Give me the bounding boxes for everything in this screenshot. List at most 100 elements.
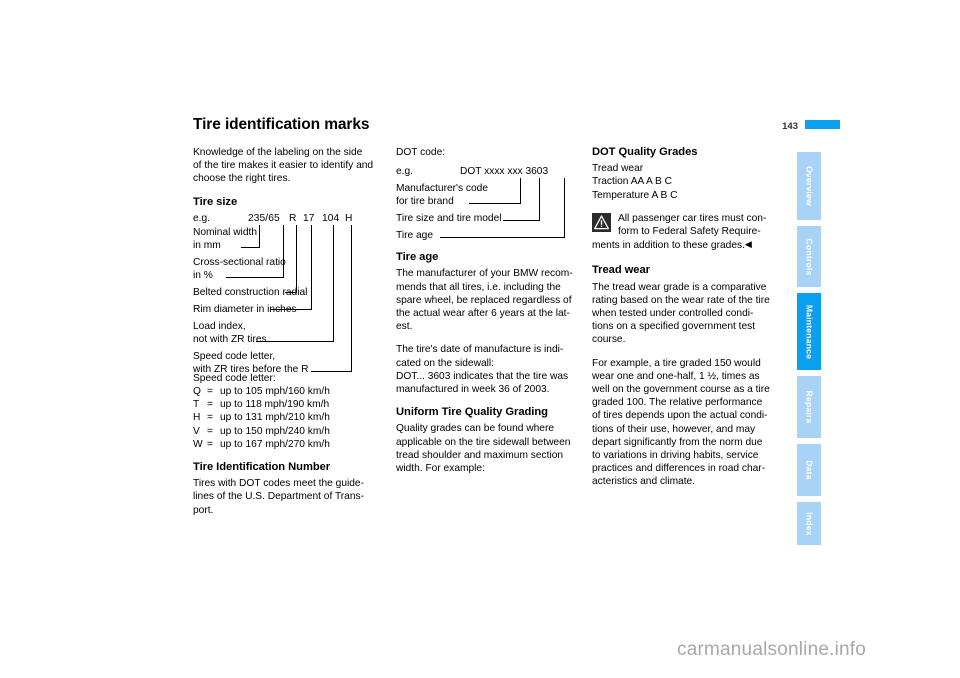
leader-line-tire-size-model-h [503, 220, 540, 222]
middle-column: DOT code: e.g. DOT xxxx xxx 3603 Manufac… [396, 146, 582, 485]
tire-age-line: The manufacturer of your BMW recom- [396, 268, 573, 280]
speed-code-equals: = [207, 438, 213, 450]
tread-wear-line: course. [592, 334, 626, 346]
label-nominal-width-2: in mm [193, 239, 221, 251]
dot-quality-grades-list: Tread wear Traction AA A B C Temperature… [592, 162, 784, 202]
speed-code-value: up to 118 mph/190 km/h [220, 399, 330, 411]
watermark: carmanualsonline.info [677, 639, 867, 660]
speed-code-letter: Q [193, 386, 201, 398]
tire-age-line: manufactured in week 36 of 2003. [396, 384, 550, 396]
warning-note: All passenger car tires must con- form t… [592, 212, 784, 253]
tab-label: Data [804, 460, 815, 480]
leader-line-rim-diameter-h [270, 308, 312, 310]
tread-wear-line: The tread wear grade is a comparative [592, 281, 767, 293]
tread-wear-line: practices and differences in road char- [592, 463, 766, 475]
tread-wear-line: well on the government course as a tire [592, 384, 770, 396]
tread-wear-line: tions of their use, however, and may [592, 423, 756, 435]
label-cross-section-1: Cross-sectional ratio [193, 256, 286, 268]
speed-code-value: up to 167 mph/270 km/h [220, 438, 330, 450]
tire-age-paragraph-2: The tire's date of manufacture is indi- … [396, 343, 582, 396]
tread-wear-paragraph-1: The tread wear grade is a comparative ra… [592, 281, 784, 347]
warning-text-last-line: ments in addition to these grades.◀ [592, 238, 784, 252]
tire-identification-number-heading: Tire Identification Number [193, 461, 331, 474]
leader-line-load-index-h [256, 340, 334, 342]
speed-code-equals: = [207, 425, 213, 437]
leader-line-belted-radial-h [285, 291, 297, 293]
utqg-line: tread shoulder and maximum section [396, 449, 564, 461]
leader-line-cross-section-h [226, 276, 284, 278]
tread-wear-line: of tires depends upon the actual condi- [592, 410, 768, 422]
tire-age-line: the actual wear after 6 years at the lat… [396, 308, 570, 320]
label-tire-size-model: Tire size and tire model [396, 213, 502, 225]
speed-code-equals: = [207, 412, 213, 424]
tire-age-line: cated on the sidewall: [396, 357, 494, 369]
tire-size-heading: Tire size [193, 195, 238, 208]
warning-text-indented: All passenger car tires must con- form t… [592, 212, 784, 238]
dot-code-caption: DOT code: [396, 147, 446, 158]
tread-wear-line: to variations in driving habits, service [592, 450, 759, 462]
section-end-marker: ◀ [744, 239, 752, 250]
tab-label: Index [804, 511, 815, 536]
intro-paragraph: Knowledge of the labeling on the side of… [193, 146, 385, 186]
leader-line-tire-age-h [440, 237, 565, 239]
tab-index[interactable]: Index [797, 502, 821, 545]
label-manufacturer-code-2: for tire brand [396, 196, 454, 208]
uniform-tire-quality-grading-heading: Uniform Tire Quality Grading [396, 406, 548, 419]
warning-line: All passenger car tires must con- [618, 212, 767, 224]
section-tab-rail: Overview Controls Maintenance Repairs Da… [797, 152, 821, 545]
intro-line: Knowledge of the labeling on the side [193, 147, 363, 158]
tin-line: lines of the U.S. Department of Trans- [193, 491, 364, 503]
warning-triangle-icon [592, 212, 611, 232]
leader-line-speed-code-v [351, 224, 352, 371]
page-header: Tire identification marks 143 [193, 116, 840, 138]
speed-code-value: up to 105 mph/160 km/h [220, 386, 330, 398]
speed-code-table: Q = up to 105 mph/160 km/h T = up to 118… [193, 385, 330, 451]
tread-wear-line: depart significantly from the norm due [592, 436, 763, 448]
tab-label: Repairs [804, 390, 815, 424]
speed-code-equals: = [207, 399, 213, 411]
tab-data[interactable]: Data [797, 444, 821, 496]
tire-size-diagram: e.g. 235/65 R 17 104 H Nominal width in … [193, 212, 385, 375]
tread-wear-line: rating based on the wear rate of the tir… [592, 294, 770, 306]
speed-code-equals: = [207, 386, 213, 398]
label-cross-section-2: in % [193, 269, 213, 281]
tire-code-construction: R [289, 212, 297, 224]
tab-repairs[interactable]: Repairs [797, 376, 821, 438]
table-row: Q = up to 105 mph/160 km/h [193, 385, 330, 398]
table-row: V = up to 150 mph/240 km/h [193, 425, 330, 438]
tread-wear-paragraph-2: For example, a tire graded 150 would wea… [592, 357, 784, 489]
speed-code-letter: H [193, 412, 201, 424]
tab-overview[interactable]: Overview [797, 152, 821, 220]
table-row: H = up to 131 mph/210 km/h [193, 411, 330, 424]
tire-code-nominal-width: 235/65 [248, 212, 280, 224]
leader-line-manufacturer-h [469, 203, 521, 205]
label-speed-code-1: Speed code letter, [193, 350, 276, 362]
table-row: W = up to 167 mph/270 km/h [193, 438, 330, 451]
tire-size-eg-label: e.g. [193, 212, 210, 224]
leader-line-tire-age-v [564, 178, 565, 238]
dot-quality-item: Tread wear [592, 163, 644, 175]
tire-age-line: est. [396, 321, 413, 333]
tab-label: Overview [804, 166, 815, 206]
speed-code-letter: W [193, 438, 203, 450]
tire-code-load-index: 104 [322, 212, 340, 224]
leader-line-nominal-width-v [259, 224, 260, 247]
tin-line: port. [193, 504, 214, 516]
leader-line-rim-diameter-v [311, 224, 312, 309]
label-manufacturer-code-1: Manufacturer's code [396, 183, 488, 195]
tire-age-line: mends that all tires, i.e. including the [396, 281, 561, 293]
tire-code-speed-letter: H [345, 212, 353, 224]
leader-line-cross-section-v [283, 224, 284, 277]
tread-wear-line: For example, a tire graded 150 would [592, 357, 761, 369]
utqg-line: Quality grades can be found where [396, 423, 555, 435]
tab-maintenance[interactable]: Maintenance [797, 293, 821, 370]
tire-age-heading: Tire age [396, 251, 439, 264]
speed-code-value: up to 150 mph/240 km/h [220, 425, 330, 437]
tab-controls[interactable]: Controls [797, 226, 821, 287]
speed-code-value: up to 131 mph/210 km/h [220, 412, 330, 424]
tread-wear-line: graded 100. The relative performance [592, 397, 763, 409]
tire-age-line: The tire's date of manufacture is indi- [396, 344, 564, 356]
dot-quality-item: Traction AA A B C [592, 176, 673, 188]
intro-line: choose the right tires. [193, 173, 291, 185]
tin-line: Tires with DOT codes meet the guide- [193, 478, 364, 490]
